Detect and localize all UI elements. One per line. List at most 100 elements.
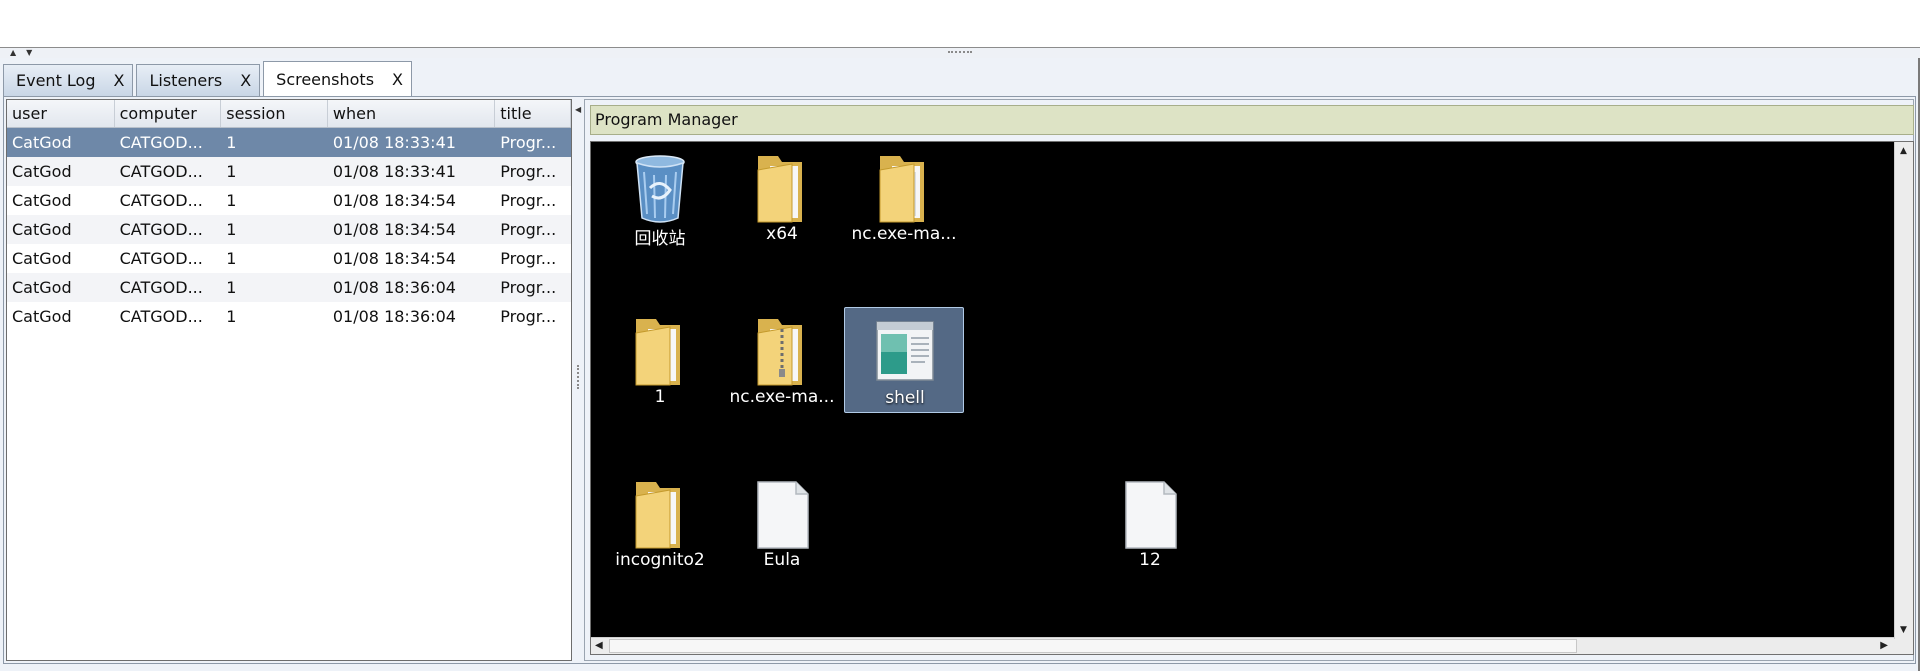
divider-grip-icon[interactable]: [948, 51, 972, 54]
tab-listeners[interactable]: Listeners X: [136, 64, 261, 96]
divider-grip-icon[interactable]: [577, 365, 580, 389]
cell-user: CatGod: [12, 307, 72, 326]
cell-user: CatGod: [12, 162, 72, 181]
split-pane-divider[interactable]: ▲▼: [0, 48, 1920, 58]
cell-session: 1: [226, 191, 237, 210]
cell-when: 01/08 18:36:04: [332, 307, 456, 326]
top-pane: [0, 0, 1920, 48]
tab-label: Event Log: [16, 71, 96, 90]
tab-screenshots[interactable]: Screenshots X: [263, 61, 413, 96]
folder-icon: [635, 319, 680, 386]
zip-folder-icon: [757, 319, 802, 386]
folder-icon: [757, 156, 802, 223]
cell-title: Progr...: [500, 162, 557, 181]
screenshot-viewer: Program Manager 回收站 x64 nc.exe-ma... 1 n…: [584, 99, 1914, 661]
cell-when: 01/08 18:33:41: [332, 162, 456, 181]
table-row[interactable]: CatGod CATGOD... 1 01/08 18:33:41 Progr.…: [7, 128, 571, 157]
table-row[interactable]: CatGod CATGOD... 1 01/08 18:34:54 Progr.…: [7, 215, 571, 244]
document-icon: [1125, 481, 1177, 549]
cell-title: Progr...: [500, 191, 557, 210]
cell-when: 01/08 18:34:54: [332, 249, 456, 268]
scroll-left-icon[interactable]: ◀: [595, 640, 603, 651]
bottom-region: Event Log X Listeners X Screenshots X us…: [0, 58, 1920, 671]
table-row[interactable]: CatGod CATGOD... 1 01/08 18:34:54 Progr.…: [7, 186, 571, 215]
column-header-user[interactable]: user: [7, 100, 115, 127]
table-row[interactable]: CatGod CATGOD... 1 01/08 18:33:41 Progr.…: [7, 157, 571, 186]
cell-title: Progr...: [500, 278, 557, 297]
tab-label: Screenshots: [276, 69, 375, 89]
table-row[interactable]: CatGod CATGOD... 1 01/08 18:34:54 Progr.…: [7, 244, 571, 273]
desktop-icon-label: shell: [885, 388, 925, 408]
cell-session: 1: [226, 220, 237, 239]
cell-computer: CATGOD...: [119, 162, 203, 181]
screenshot-title: Program Manager: [590, 105, 1914, 135]
desktop-icon-label: nc.exe-ma...: [851, 224, 957, 244]
desktop-icon-12[interactable]: 12: [1090, 470, 1210, 576]
desktop-icon-x64[interactable]: x64: [722, 144, 842, 250]
tab-bar: Event Log X Listeners X Screenshots X: [3, 61, 415, 96]
column-header-computer[interactable]: computer: [115, 100, 222, 127]
cell-user: CatGod: [12, 220, 72, 239]
collapse-arrows-icon[interactable]: ▲▼: [10, 48, 42, 58]
recycle-bin-icon: [635, 155, 685, 223]
collapse-arrow-icon[interactable]: ◀: [575, 105, 581, 114]
scroll-down-icon[interactable]: ▼: [1900, 625, 1907, 635]
cell-title: Progr...: [500, 249, 557, 268]
tab-event-log[interactable]: Event Log X: [3, 64, 134, 96]
cell-computer: CATGOD...: [119, 191, 203, 210]
desktop-icon-eula[interactable]: Eula: [722, 470, 842, 576]
desktop-icon-label: 1: [654, 387, 666, 407]
column-header-when[interactable]: when: [328, 100, 496, 127]
table-row[interactable]: CatGod CATGOD... 1 01/08 18:36:04 Progr.…: [7, 273, 571, 302]
tab-label: Listeners: [149, 71, 223, 90]
cell-computer: CATGOD...: [119, 133, 203, 152]
cell-session: 1: [226, 133, 237, 152]
desktop-icon-label: Eula: [763, 550, 801, 570]
cell-title: Progr...: [500, 220, 557, 239]
cell-session: 1: [226, 249, 237, 268]
cell-computer: CATGOD...: [119, 307, 203, 326]
desktop-icon-label: incognito2: [615, 550, 705, 570]
cell-session: 1: [226, 307, 237, 326]
close-icon[interactable]: X: [114, 71, 125, 90]
application-window-icon: [876, 321, 934, 381]
desktop-icon-shell[interactable]: shell: [844, 307, 964, 413]
desktop-icon-label: 12: [1139, 550, 1161, 570]
column-header-title[interactable]: title: [495, 100, 571, 127]
folder-icon: [635, 482, 680, 549]
cell-user: CatGod: [12, 191, 72, 210]
desktop-icon-label: x64: [766, 224, 798, 244]
scroll-up-icon[interactable]: ▲: [1900, 146, 1907, 156]
table-body: CatGod CATGOD... 1 01/08 18:33:41 Progr.…: [7, 128, 571, 331]
column-header-session[interactable]: session: [221, 100, 328, 127]
cell-computer: CATGOD...: [119, 220, 203, 239]
cell-computer: CATGOD...: [119, 278, 203, 297]
desktop-icon-nc-exe-folder[interactable]: nc.exe-ma...: [844, 144, 964, 250]
cell-title: Progr...: [500, 133, 557, 152]
horizontal-scrollbar[interactable]: ◀ ▶: [591, 637, 1894, 654]
cell-when: 01/08 18:34:54: [332, 220, 456, 239]
cell-when: 01/08 18:34:54: [332, 191, 456, 210]
desktop-icon-label: nc.exe-ma...: [729, 387, 835, 407]
desktop-icon-recycle-bin[interactable]: 回收站: [600, 144, 720, 250]
cell-session: 1: [226, 162, 237, 181]
document-icon: [757, 481, 809, 549]
split-divider[interactable]: ◀: [574, 97, 583, 663]
close-icon[interactable]: X: [240, 71, 251, 90]
cell-session: 1: [226, 278, 237, 297]
desktop-icon-1[interactable]: 1: [600, 307, 720, 413]
table-header: user computer session when title: [7, 100, 571, 128]
desktop-icon-nc-exe-zip[interactable]: nc.exe-ma...: [722, 307, 842, 413]
desktop-screenshot: 回收站 x64 nc.exe-ma... 1 nc.exe-ma... shel…: [591, 142, 1894, 639]
vertical-scrollbar[interactable]: ▲ ▼: [1894, 142, 1913, 639]
cell-when: 01/08 18:33:41: [332, 133, 456, 152]
cell-when: 01/08 18:36:04: [332, 278, 456, 297]
desktop-icon-incognito2[interactable]: incognito2: [600, 470, 720, 576]
screenshots-table: user computer session when title CatGod …: [6, 99, 572, 661]
scrollbar-thumb[interactable]: [609, 639, 1577, 653]
desktop-icon-label: 回收站: [634, 229, 686, 249]
table-row[interactable]: CatGod CATGOD... 1 01/08 18:36:04 Progr.…: [7, 302, 571, 331]
scroll-right-icon[interactable]: ▶: [1880, 640, 1888, 651]
folder-icon: [879, 156, 924, 223]
close-icon[interactable]: X: [392, 70, 403, 89]
